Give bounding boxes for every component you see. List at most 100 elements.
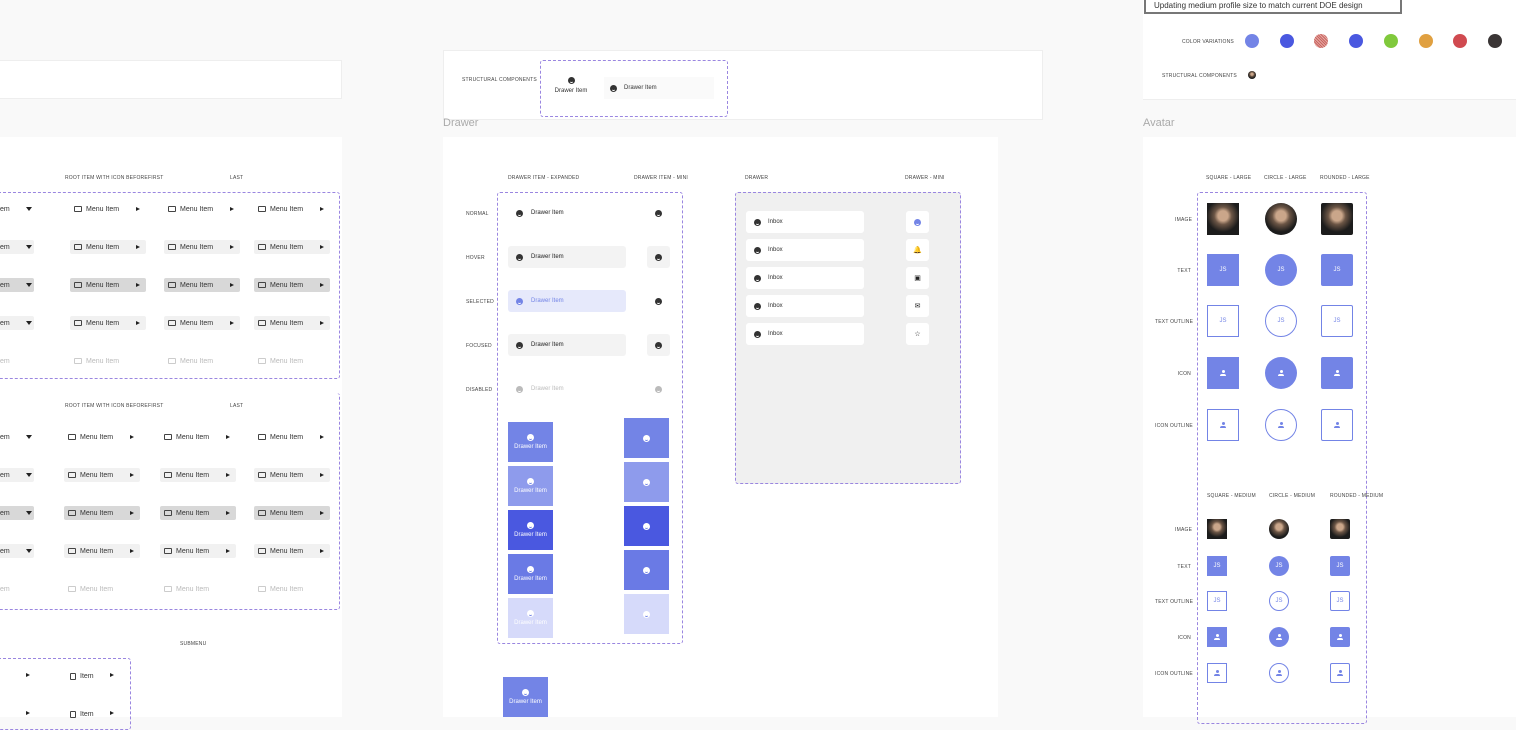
menu-item-partial[interactable]: em <box>0 582 34 596</box>
drawer-item-tile[interactable]: Drawer Item <box>508 598 553 638</box>
menu-item[interactable]: Menu Item <box>254 202 330 216</box>
drawer-item-hover[interactable]: Drawer Item <box>508 246 626 268</box>
drawer-item-normal[interactable]: Drawer Item <box>508 202 626 224</box>
color-variation-swatch[interactable] <box>1279 34 1294 48</box>
menu-item-label: Menu Item <box>80 471 114 479</box>
drawer-item-tile[interactable]: Drawer Item <box>508 466 553 506</box>
color-variation-swatch[interactable] <box>1383 34 1398 48</box>
drawer-mini-item[interactable]: ▣ <box>906 267 929 289</box>
menu-item[interactable]: Menu Item <box>254 430 330 444</box>
drawer-item-standalone[interactable]: Drawer Item <box>503 677 548 717</box>
chevron-right-icon <box>136 206 140 211</box>
menu-item[interactable]: Menu Item <box>254 506 330 520</box>
menu-item[interactable]: Menu Item <box>64 468 140 482</box>
color-variation-swatch[interactable] <box>1349 34 1364 48</box>
chevron-right-icon <box>320 510 324 515</box>
menu-item[interactable]: Menu Item <box>254 468 330 482</box>
person-icon <box>1337 670 1343 676</box>
menu-item[interactable]: Menu Item <box>160 506 236 520</box>
drawer-item-tile[interactable]: Drawer Item <box>508 554 553 594</box>
avatar-initials: JS <box>1333 318 1341 324</box>
drawer-item-mini-disabled[interactable] <box>647 378 670 400</box>
structural-drawer-item-horizontal[interactable]: Drawer Item <box>604 77 714 99</box>
structural-drawer-item-vertical[interactable]: Drawer Item <box>552 77 590 94</box>
drawer-title: Drawer <box>443 117 479 129</box>
menu-item[interactable]: Menu Item <box>164 278 240 292</box>
menu-item[interactable]: Menu Item <box>70 316 146 330</box>
drawer-item-label: Drawer Item <box>531 298 564 304</box>
avatar-row-label: ICON OUTLINE <box>1155 423 1193 429</box>
drawer-col-drawer: DRAWER <box>745 175 769 181</box>
menu-item-label: Menu Item <box>270 357 304 365</box>
smile-icon <box>754 218 761 226</box>
menu-item[interactable]: Menu Item <box>64 506 140 520</box>
menu-item-label: Menu Item <box>180 205 214 213</box>
chevron-right-icon <box>230 320 234 325</box>
menu-item[interactable]: Menu Item <box>254 582 330 596</box>
menu-item[interactable]: Menu Item <box>64 544 140 558</box>
color-variation-swatch[interactable] <box>1418 34 1433 48</box>
folder-icon <box>258 244 266 250</box>
drawer-item-mini-selected[interactable] <box>647 290 670 312</box>
chevron-down-icon <box>26 473 32 477</box>
menu-item[interactable]: Menu Item <box>254 544 330 558</box>
menu-frame-bottom <box>0 393 340 610</box>
menu-item[interactable]: Menu Item <box>254 354 330 368</box>
avatar-col-large: SQUARE - LARGE <box>1206 175 1252 181</box>
drawer-item-selected[interactable]: Drawer Item <box>508 290 626 312</box>
folder-icon <box>164 472 172 478</box>
menu-item-label: Menu Item <box>86 205 120 213</box>
menu-item[interactable]: Menu Item <box>254 240 330 254</box>
avatar-rounded-image <box>1330 519 1350 539</box>
menu-item[interactable]: Menu Item <box>64 430 140 444</box>
drawer-mini-item[interactable]: ✉ <box>906 295 929 317</box>
menu-item[interactable]: Menu Item <box>164 240 240 254</box>
folder-icon <box>68 510 76 516</box>
drawer-mini-item[interactable]: 🔔 <box>906 239 929 261</box>
drawer-item-disabled[interactable]: Drawer Item <box>508 378 626 400</box>
drawer-item-tile[interactable]: Drawer Item <box>508 422 553 462</box>
menu-item[interactable]: Menu Item <box>164 316 240 330</box>
drawer-mini-item[interactable] <box>906 211 929 233</box>
drawer-item-mini-tile[interactable] <box>624 462 669 502</box>
color-variation-swatch[interactable] <box>1245 34 1259 48</box>
avatar-rounded-text-outline: JS <box>1321 305 1353 337</box>
drawer-inbox-item[interactable]: Inbox <box>746 295 864 317</box>
menu-item[interactable]: Menu Item <box>160 468 236 482</box>
avatar-row-label: IMAGE <box>1175 217 1193 223</box>
menu-item-partial[interactable]: em <box>0 354 34 368</box>
structural-drawer-item-label: Drawer Item <box>624 85 657 91</box>
menu-item[interactable]: Menu Item <box>254 316 330 330</box>
avatar-initials: JS <box>1275 563 1283 569</box>
menu-item[interactable]: Menu Item <box>254 278 330 292</box>
menu-item[interactable]: Menu Item <box>70 354 146 368</box>
menu-item[interactable]: Menu Item <box>70 278 146 292</box>
menu-item[interactable]: Menu Item <box>160 544 236 558</box>
menu-item[interactable]: Menu Item <box>164 354 240 368</box>
drawer-mini-item[interactable]: ☆ <box>906 323 929 345</box>
drawer-inbox-item[interactable]: Inbox <box>746 211 864 233</box>
drawer-item-label: Drawer Item <box>531 386 564 392</box>
menu-item[interactable]: Menu Item <box>160 582 236 596</box>
menu-item[interactable]: Menu Item <box>64 582 140 596</box>
drawer-item-mini-tile[interactable] <box>624 594 669 634</box>
drawer-inbox-item[interactable]: Inbox <box>746 239 864 261</box>
drawer-inbox-item[interactable]: Inbox <box>746 267 864 289</box>
menu-item[interactable]: Menu Item <box>70 202 146 216</box>
drawer-item-tile[interactable]: Drawer Item <box>508 510 553 550</box>
drawer-item-mini-tile[interactable] <box>624 418 669 458</box>
menu-item[interactable]: Menu Item <box>164 202 240 216</box>
drawer-item-mini-tile[interactable] <box>624 506 669 546</box>
folder-icon <box>74 320 82 326</box>
drawer-item-mini-normal[interactable] <box>647 202 670 224</box>
menu-item-label: Menu Item <box>80 509 114 517</box>
menu-item[interactable]: Menu Item <box>70 240 146 254</box>
drawer-item-focused[interactable]: Drawer Item <box>508 334 626 356</box>
drawer-item-mini-hover[interactable] <box>647 246 670 268</box>
drawer-item-mini-focused[interactable] <box>647 334 670 356</box>
drawer-inbox-item[interactable]: Inbox <box>746 323 864 345</box>
folder-icon <box>258 206 266 212</box>
menu-item[interactable]: Menu Item <box>160 430 236 444</box>
color-variation-swatch[interactable] <box>1487 34 1502 48</box>
drawer-item-mini-tile[interactable] <box>624 550 669 590</box>
